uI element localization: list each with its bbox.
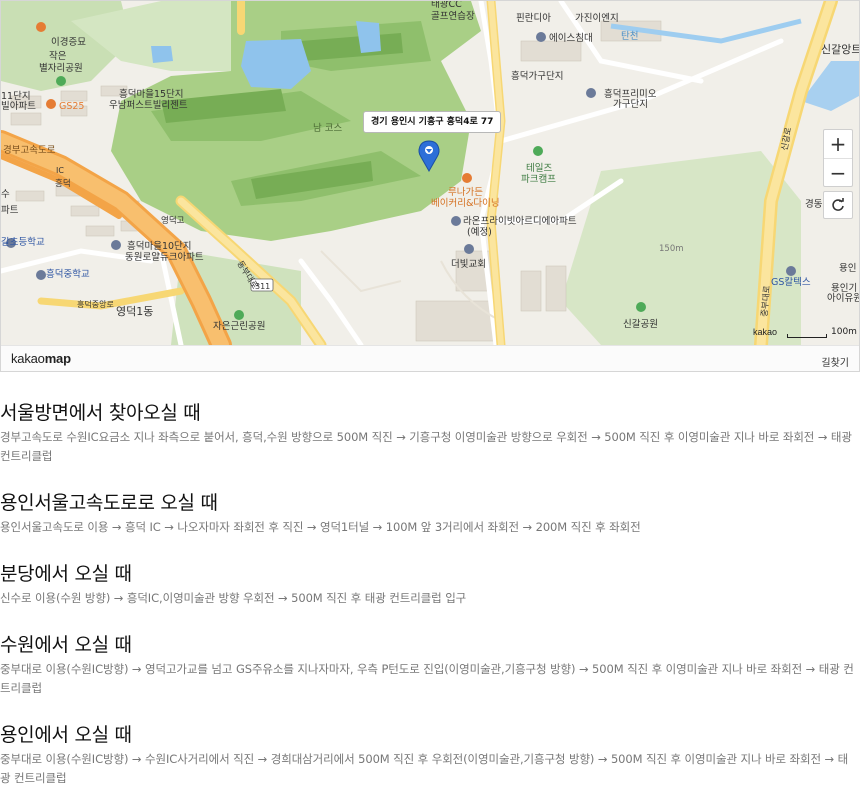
map-label: GS칼텍스	[771, 277, 811, 288]
map-label: 이경증묘	[51, 36, 86, 48]
map-label: 파트	[1, 205, 19, 216]
route-item: 용인서울고속도로로 오실 때 용인서울고속도로 이용 → 흥덕 IC → 나오자…	[0, 488, 860, 537]
map-label: 에이스침대	[549, 33, 593, 44]
map-label: 흥덕중앙로	[77, 299, 114, 309]
route-item: 수원에서 오실 때 중부대로 이용(수원IC방향) → 영덕고가교를 넘고 GS…	[0, 630, 860, 698]
map-label: 작은	[49, 51, 67, 62]
map-label: 가진이엔지	[575, 13, 619, 24]
map-label: 더빛교회	[451, 259, 486, 270]
map-label: 311	[255, 282, 270, 291]
map-label: 흥덕마을10단지	[127, 240, 192, 252]
scale-value: 100m	[831, 327, 857, 337]
route-description: 경부고속도로 수원IC요금소 지나 좌측으로 붙어서, 흥덕,수원 방향으로 5…	[0, 430, 852, 463]
map-label: 라온프라이빗아르디에아파트	[463, 216, 577, 227]
map-label: 경부고속도로	[3, 144, 56, 156]
map-label: 영덕1동	[116, 305, 153, 318]
map-label: 핀란디아	[516, 12, 551, 24]
refresh-icon	[832, 198, 844, 211]
map-label: 용인	[839, 263, 856, 274]
route-title: 분당에서 오실 때	[0, 563, 132, 585]
map-label: GS25	[59, 101, 84, 112]
route-title: 수원에서 오실 때	[0, 634, 132, 656]
map-label: 경동	[805, 198, 823, 210]
map-label: 갈초등학교	[1, 236, 45, 248]
map-label: 흥덕가구단지	[511, 70, 563, 82]
map-label: 태광CC	[431, 1, 462, 10]
route-description: 중부대로 이용(수원IC방향) → 수원IC사거리에서 직진 → 경희대삼거리에…	[0, 752, 849, 785]
map-label: 골프연습장	[431, 11, 475, 22]
route-item: 분당에서 오실 때 신수로 이용(수원 방향) → 흥덕IC,이영미술관 방향 …	[0, 559, 860, 608]
map-label: 빌아파트	[1, 101, 36, 112]
logo-light: kakao	[11, 351, 45, 366]
route-link[interactable]: 길찾기	[821, 354, 849, 369]
map-label: 남 코스	[313, 123, 342, 134]
logo-bold: map	[44, 351, 71, 366]
map-label: (예정)	[467, 227, 492, 238]
route-title: 용인서울고속도로로 오실 때	[0, 492, 218, 514]
map-label: 우남퍼스트빌리젠트	[109, 100, 188, 111]
map-label: 흥덕중학교	[46, 268, 90, 280]
scale-bar	[787, 334, 827, 338]
map-label: 흥덕	[55, 178, 71, 189]
map-container[interactable]: 이경증묘 태광CC 골프연습장 핀란디아 가진이엔지 에이스침대 탄천 신갈앙트…	[0, 0, 860, 372]
directions-list: 서울방면에서 찾아오실 때 경부고속도로 수원IC요금소 지나 좌측으로 붙어서…	[0, 398, 860, 808]
map-label: 베이커리&다이닝	[431, 198, 500, 209]
map-label: 신갈공원	[623, 318, 658, 330]
map-label: 파크캠프	[521, 173, 556, 185]
zoom-control: + −	[823, 129, 853, 187]
kakao-map-logo[interactable]: kakaomap	[11, 351, 71, 366]
map-label: 테일즈	[526, 163, 552, 174]
route-description: 중부대로 이용(수원IC방향) → 영덕고가교를 넘고 GS주유소를 지나자마자…	[0, 662, 854, 695]
map-label: 루나가든	[448, 187, 483, 198]
map-label: 수	[1, 189, 10, 200]
route-description: 신수로 이용(수원 방향) → 흥덕IC,이영미술관 방향 우회전 → 500M…	[0, 591, 467, 605]
map-label: 아이유원	[827, 293, 859, 304]
map-label: 영덕고	[161, 215, 185, 226]
route-title: 용인에서 오실 때	[0, 724, 132, 746]
map-label: IC	[56, 166, 64, 175]
map-graphic: 이경증묘 태광CC 골프연습장 핀란디아 가진이엔지 에이스침대 탄천 신갈앙트…	[1, 1, 859, 345]
map-label: 탄천	[621, 31, 638, 42]
route-item: 서울방면에서 찾아오실 때 경부고속도로 수원IC요금소 지나 좌측으로 붙어서…	[0, 398, 860, 466]
scale-brand: kakao	[753, 327, 778, 337]
map-canvas[interactable]: 이경증묘 태광CC 골프연습장 핀란디아 가진이엔지 에이스침대 탄천 신갈앙트…	[1, 1, 859, 345]
zoom-out-button[interactable]: −	[824, 158, 852, 186]
zoom-in-button[interactable]: +	[824, 130, 852, 158]
route-description: 용인서울고속도로 이용 → 흥덕 IC → 나오자마자 좌회전 후 직진 → 영…	[0, 520, 641, 534]
route-title: 서울방면에서 찾아오실 때	[0, 402, 201, 424]
map-label: 신갈앙트트	[821, 42, 859, 56]
map-label: 자은근린공원	[213, 321, 265, 332]
map-label: 동원로얄듀크아파트	[125, 252, 204, 263]
map-label: 흥덕마을15단지	[119, 88, 184, 100]
address-label: 경기 용인시 기흥구 흥덕4로 77	[363, 111, 502, 133]
map-footer: kakaomap 길찾기	[1, 345, 859, 371]
route-item: 용인에서 오실 때 중부대로 이용(수원IC방향) → 수원IC사거리에서 직진…	[0, 720, 860, 788]
map-label: 150m	[659, 244, 684, 254]
reset-map-button[interactable]	[823, 191, 853, 219]
map-label: 가구단지	[613, 99, 648, 110]
map-label: 별자리공원	[39, 63, 83, 74]
